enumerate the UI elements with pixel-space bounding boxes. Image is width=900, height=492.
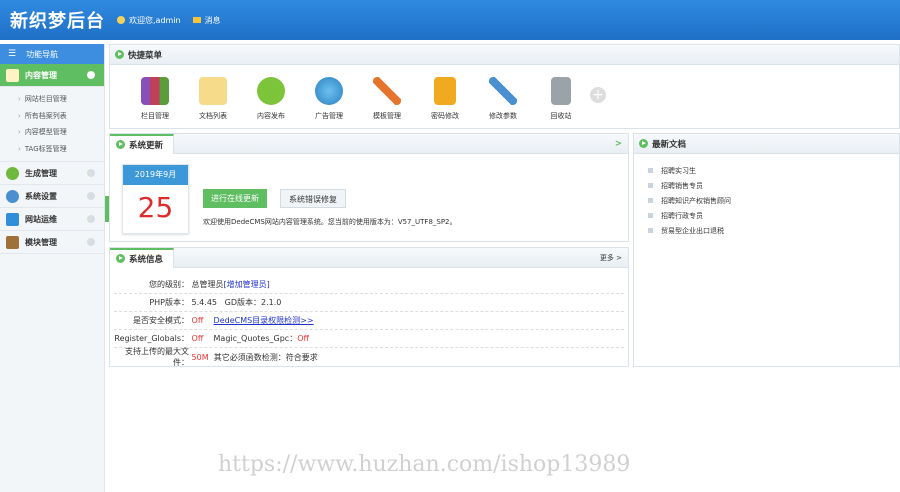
info-row: 支持上传的最大文件： 50M 其它必须函数检测：符合要求 [125, 347, 318, 367]
pencil-ruler-icon [373, 77, 401, 105]
quick-doclist[interactable]: 文档列表 [184, 77, 242, 121]
error-fix-button[interactable]: 系统错误修复 [280, 189, 346, 208]
quick-templates[interactable]: 模板管理 [358, 77, 416, 121]
more-link[interactable]: > [615, 139, 622, 149]
list-icon: ☰ [8, 49, 17, 59]
sidebar-group-settings[interactable]: 系统设置 [0, 185, 104, 208]
panel-header: 最新文档 [634, 134, 899, 154]
notepad-icon [199, 77, 227, 105]
plus-circle-icon [257, 77, 285, 105]
gear-icon [6, 189, 19, 203]
welcome-user: 欢迎您,admin [117, 15, 181, 26]
sidebar-title: ☰ 功能导航 [0, 44, 104, 64]
news-item[interactable]: 贸易型企业出口退税 [648, 224, 899, 239]
info-row: 您的级别： 总管理员 [增加管理员] [114, 276, 624, 294]
panel-header: 系统更新 > [110, 133, 628, 154]
quick-params[interactable]: 修改参数 [474, 77, 532, 121]
calendar-day: 25 [137, 191, 174, 224]
logo: 新织梦后台 [10, 11, 105, 32]
play-icon [116, 140, 125, 149]
play-icon [115, 50, 124, 59]
system-info-panel: 系统信息 更多 > 您的级别： 总管理员 [增加管理员] PHP版本： 5.4.4… [109, 247, 629, 367]
panel-header: 快捷菜单 [110, 45, 899, 65]
lock-icon [434, 77, 456, 105]
quick-columns[interactable]: 栏目管理 [126, 77, 184, 121]
news-item[interactable]: 招聘知识产权销售顾问 [648, 194, 899, 209]
globe-icon [315, 77, 343, 105]
add-shortcut-button[interactable]: + [590, 87, 606, 103]
play-icon [116, 254, 125, 263]
quick-publish[interactable]: 内容发布 [242, 77, 300, 121]
tools-icon [489, 77, 517, 105]
watermark: https://www.huzhan.com/ishop13989 [218, 452, 631, 477]
user-icon [117, 16, 125, 24]
monitor-icon [6, 212, 19, 226]
sidebar-group-ops[interactable]: 网站运维 [0, 208, 104, 231]
more-link[interactable]: 更多 > [600, 253, 622, 263]
arrow-icon [87, 215, 95, 223]
edit-icon [6, 68, 19, 82]
arrow-icon [87, 238, 95, 246]
news-item[interactable]: 招聘行政专员 [648, 209, 899, 224]
quick-ads[interactable]: 广告管理 [300, 77, 358, 121]
arrow-icon [87, 71, 95, 79]
trash-icon [551, 77, 571, 105]
add-admin-link[interactable]: [增加管理员] [224, 279, 270, 290]
sidebar-item-tags[interactable]: TAG标签管理 [18, 141, 104, 158]
messages-link[interactable]: 消息 [192, 15, 221, 26]
panel-header: 系统信息 更多 > [110, 247, 628, 268]
play-icon [639, 139, 648, 148]
tree-icon [6, 166, 19, 180]
book-icon [6, 235, 19, 249]
sidebar-submenu: 网站栏目管理 所有档案列表 内容模型管理 TAG标签管理 [0, 87, 104, 162]
permission-check-link[interactable]: DedeCMS目录权限检测>> [214, 315, 314, 326]
header: 新织梦后台 欢迎您,admin 消息 [0, 0, 900, 40]
books-icon [141, 77, 169, 105]
news-item[interactable]: 招聘销售专员 [648, 179, 899, 194]
sidebar-group-generate[interactable]: 生成管理 [0, 162, 104, 185]
arrow-icon [87, 192, 95, 200]
calendar: 2019年9月 25 [122, 164, 189, 234]
info-row: 是否安全模式： Off DedeCMS目录权限检测>> [114, 312, 624, 330]
sidebar: ☰功能导航 内容管理 网站栏目管理 所有档案列表 内容模型管理 TAG标签管理 … [0, 44, 105, 492]
info-row: PHP版本： 5.4.45 GD版本：2.1.0 [114, 294, 624, 312]
system-update-panel: 系统更新 > 2019年9月 25 进行在线更新 系统错误修复 欢迎使用DedeCM… [109, 133, 629, 242]
calendar-month: 2019年9月 [123, 165, 188, 185]
latest-docs-panel: 最新文档 招聘实习生 招聘销售专员 招聘知识产权销售顾问 招聘行政专员 贸易型企… [633, 133, 900, 367]
version-text: 欢迎使用DedeCMS网站内容管理系统。您当前的使用版本为：V57_UTF8_S… [203, 218, 457, 226]
sidebar-group-content[interactable]: 内容管理 [0, 64, 104, 87]
sidebar-item-models[interactable]: 内容模型管理 [18, 124, 104, 141]
info-row: Register_Globals： Off Magic_Quotes_Gpc： O… [114, 330, 624, 348]
sidebar-item-archives[interactable]: 所有档案列表 [18, 108, 104, 125]
online-update-button[interactable]: 进行在线更新 [203, 189, 267, 208]
quick-password[interactable]: 密码修改 [416, 77, 474, 121]
quick-menu-panel: 快捷菜单 栏目管理 文档列表 内容发布 广告管理 模板管理 密码修改 修改参数 … [109, 44, 900, 129]
quick-recycle[interactable]: 回收站 [532, 77, 590, 121]
sidebar-item-columns[interactable]: 网站栏目管理 [18, 91, 104, 108]
news-item[interactable]: 招聘实习生 [648, 164, 899, 179]
sidebar-group-modules[interactable]: 模块管理 [0, 231, 104, 254]
arrow-icon [87, 169, 95, 177]
mail-icon [192, 17, 201, 23]
